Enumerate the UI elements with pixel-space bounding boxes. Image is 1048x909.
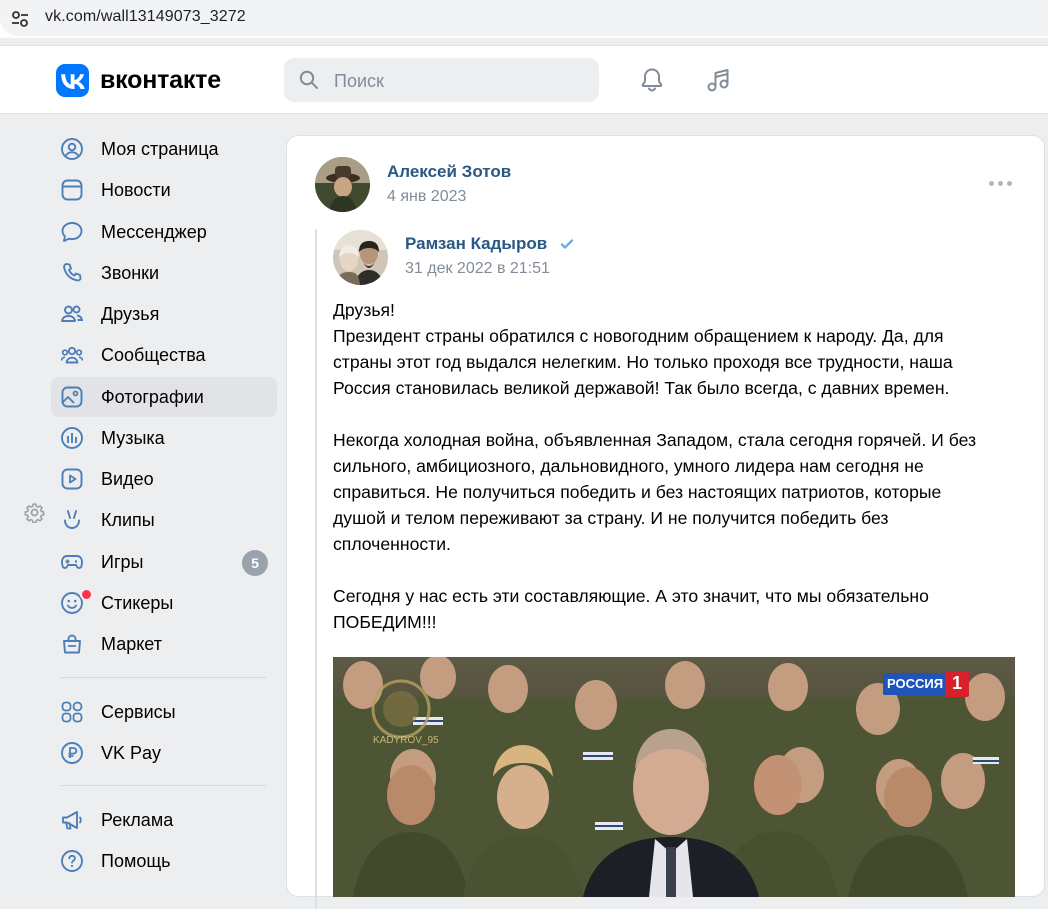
site-settings-icon[interactable] <box>10 9 30 29</box>
sidebar-item-label: Новости <box>101 180 171 200</box>
games-icon <box>61 555 83 569</box>
sidebar-item-label: Стикеры <box>101 593 174 613</box>
friends-icon <box>61 305 84 322</box>
sidebar-item-label: Видео <box>101 469 154 489</box>
sidebar-item-label: Моя страница <box>101 139 219 159</box>
sidebar-item-label: Клипы <box>101 510 155 530</box>
sidebar-item-label: VK Pay <box>101 743 162 763</box>
post-paragraph: Сегодня у нас есть эти составляющие. А э… <box>333 586 929 632</box>
sidebar-item-label: Сервисы <box>101 702 176 722</box>
music-note-icon[interactable] <box>704 66 732 94</box>
left-sidebar: Моя страница Новости Мессенджер Звонки Д… <box>0 114 285 872</box>
sidebar-item-photos[interactable]: Фотографии <box>51 377 277 417</box>
sidebar-item-my-page[interactable]: Моя страница <box>51 129 277 169</box>
sidebar-item-label: Сообщества <box>101 345 206 365</box>
search-box[interactable] <box>284 58 599 102</box>
sidebar-divider <box>60 677 266 678</box>
message-icon <box>61 222 83 242</box>
news-icon <box>61 179 83 201</box>
sidebar-item-label: Реклама <box>101 810 174 830</box>
games-counter-badge: 5 <box>242 550 268 576</box>
music-icon <box>61 427 83 449</box>
post-author-name[interactable]: Алексей Зотов <box>387 162 511 182</box>
vkpay-icon <box>61 742 83 764</box>
phone-icon <box>63 263 82 282</box>
more-options-icon[interactable] <box>989 181 1012 186</box>
author-avatar[interactable] <box>315 157 370 212</box>
sidebar-item-label: Музыка <box>101 428 165 448</box>
communities-icon <box>60 346 84 364</box>
services-icon <box>61 701 83 723</box>
verified-check-icon <box>560 239 574 249</box>
post-text: Друзья! Президент страны обратился с нов… <box>333 297 993 635</box>
channel-logo-text: РОССИЯ <box>887 676 944 691</box>
post-paragraph: Друзья! <box>333 300 395 320</box>
sidebar-item-video[interactable]: Видео <box>51 459 277 499</box>
channel-logo-number: 1 <box>952 673 963 693</box>
market-icon <box>63 634 81 654</box>
post-photo[interactable]: РОССИЯ 1 KADYROV_95 <box>333 657 1015 897</box>
photo-icon <box>61 386 83 408</box>
ads-icon <box>62 811 82 830</box>
post-paragraph: Президент страны обратился с новогодним … <box>333 326 953 398</box>
sidebar-divider <box>60 785 266 786</box>
watermark-text: KADYROV_95 <box>373 735 439 746</box>
user-circle-icon <box>61 138 83 160</box>
video-icon <box>61 468 83 490</box>
repost-author-name[interactable]: Рамзан Кадыров <box>405 234 547 254</box>
gear-icon[interactable] <box>24 502 45 523</box>
sidebar-item-label: Игры <box>101 552 144 572</box>
clips-icon <box>64 510 80 529</box>
vk-logo-text: вконтакте <box>100 66 221 94</box>
sidebar-item-messenger[interactable]: Мессенджер <box>51 212 277 252</box>
sidebar-item-communities[interactable]: Сообщества <box>51 335 277 375</box>
repost-indicator-bar <box>315 229 317 909</box>
sidebar-item-label: Помощь <box>101 851 171 871</box>
sidebar-item-ads[interactable]: Реклама <box>51 800 277 840</box>
wall-post-card: Алексей Зотов 4 янв 2023 Рамзан Кадыров … <box>286 135 1045 909</box>
sidebar-item-vk-pay[interactable]: VK Pay <box>51 733 277 773</box>
sidebar-item-label: Звонки <box>101 263 160 283</box>
post-date[interactable]: 4 янв 2023 <box>387 188 466 206</box>
sidebar-item-label: Фотографии <box>101 387 204 407</box>
new-notification-dot <box>80 588 93 601</box>
help-icon <box>61 850 83 872</box>
sidebar-item-label: Мессенджер <box>101 222 207 242</box>
sidebar-item-clips[interactable]: Клипы <box>51 500 277 540</box>
sidebar-item-news[interactable]: Новости <box>51 170 277 210</box>
search-icon <box>299 70 318 89</box>
sidebar-item-friends[interactable]: Друзья <box>51 294 277 334</box>
vk-logo-icon <box>56 64 89 97</box>
sidebar-item-help[interactable]: Помощь <box>51 841 277 881</box>
sidebar-item-music[interactable]: Музыка <box>51 418 277 458</box>
vk-header: вконтакте <box>0 46 1048 114</box>
sidebar-item-stickers[interactable]: Стикеры <box>51 583 277 623</box>
sidebar-item-label: Друзья <box>101 304 160 324</box>
sidebar-item-label: Маркет <box>101 634 162 654</box>
sidebar-item-services[interactable]: Сервисы <box>51 692 277 732</box>
sidebar-item-calls[interactable]: Звонки <box>51 253 277 293</box>
search-input[interactable] <box>332 67 586 95</box>
post-paragraph: Некогда холодная война, объявленная Запа… <box>333 430 977 554</box>
vk-logo[interactable]: вконтакте <box>56 64 221 97</box>
repost-date[interactable]: 31 дек 2022 в 21:51 <box>405 260 550 278</box>
browser-address-bar: vk.com/wall13149073_3272 <box>0 0 1048 38</box>
url-text[interactable]: vk.com/wall13149073_3272 <box>45 8 246 26</box>
repost-author-avatar[interactable] <box>333 230 388 285</box>
sidebar-item-games[interactable]: Игры 5 <box>51 542 277 582</box>
notifications-bell-icon[interactable] <box>638 66 666 94</box>
sidebar-item-market[interactable]: Маркет <box>51 624 277 664</box>
